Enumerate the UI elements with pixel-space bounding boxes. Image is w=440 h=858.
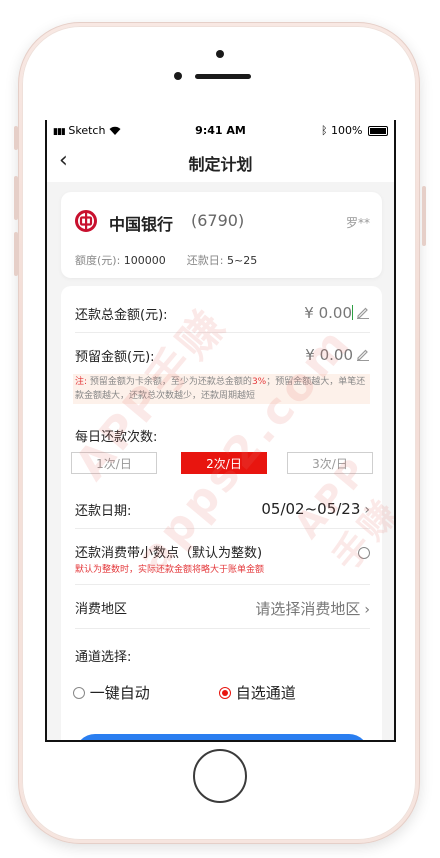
reserve-note: 注: 预留金额为卡余额，至少为还款总金额的3%；预留金额越大，单笔还款金额越大，… [73, 374, 370, 404]
note-prefix: 注: [75, 377, 88, 387]
daily-count-label: 每日还款次数: [75, 430, 158, 445]
radio-unchecked-icon[interactable] [73, 687, 85, 699]
edit-pencil-icon[interactable] [356, 347, 370, 361]
earpiece-speaker [195, 74, 251, 79]
divider [75, 628, 370, 629]
total-amount-row[interactable]: 还款总金额(元): ¥ 0.00 [75, 304, 370, 324]
daily-count-row: 每日还款次数: [75, 426, 370, 445]
region-select[interactable]: 请选择消费地区 › [255, 598, 370, 619]
status-right: ᛒ 100% [321, 124, 388, 137]
daily-option-1[interactable]: 1次/日 [71, 452, 157, 474]
repay-day-value: 5~25 [227, 254, 258, 267]
region-row[interactable]: 消费地区 请选择消费地区 › [75, 598, 370, 618]
decimal-warning: 默认为整数时，实际还款金额将略大于账单金额 [75, 565, 265, 575]
battery-icon [368, 126, 388, 136]
nav-bar: ‹ 制定计划 [47, 140, 394, 182]
total-amount-label: 还款总金额(元): [75, 308, 168, 323]
bank-card[interactable]: 中国银行 (6790) 罗** 额度(元): 100000 还款日: 5~25 [61, 192, 382, 278]
channel-option-manual-label: 自选通道 [235, 684, 296, 702]
page-title: 制定计划 [188, 155, 253, 174]
submit-button[interactable] [75, 734, 369, 740]
front-camera [216, 50, 224, 58]
bank-of-china-logo-icon [75, 210, 97, 232]
reserve-amount-label: 预留金额(元): [75, 350, 155, 365]
channel-label: 通道选择: [75, 650, 132, 665]
bank-name: 中国银行 [109, 215, 174, 234]
limit-value: 100000 [123, 254, 166, 267]
battery-percent: 100% [331, 124, 363, 137]
reserve-amount-input[interactable]: ¥ 0.00 [305, 346, 370, 364]
app-screen: ▮▮▮ Sketch 9:41 AM ᛒ 100% ‹ 制定计划 中国银行 (6… [45, 120, 396, 742]
repay-day-label: 还款日: [186, 254, 224, 267]
region-label: 消费地区 [75, 602, 128, 617]
total-amount-input[interactable]: ¥ 0.00 [304, 304, 370, 322]
plan-form: 还款总金额(元): ¥ 0.00 预留金额(元): ¥ 0.00 注: 预留金额… [61, 286, 382, 740]
channel-row: 通道选择: [75, 646, 370, 665]
limit-label: 额度(元): [75, 254, 121, 267]
note-text-1: 预留金额为卡余额，至少为还款总金额的 [89, 377, 252, 387]
power-button [422, 186, 426, 246]
card-number-suffix: (6790) [191, 211, 245, 230]
chevron-right-icon: › [364, 602, 370, 618]
bluetooth-icon: ᛒ [320, 124, 328, 137]
divider [75, 584, 370, 585]
repay-date-row[interactable]: 还款日期: 05/02~05/23 › [75, 500, 370, 520]
divider [75, 332, 370, 333]
text-cursor [352, 305, 353, 320]
decimal-toggle[interactable] [358, 544, 370, 562]
card-meta: 额度(元): 100000 还款日: 5~25 [75, 252, 257, 268]
channel-option-auto-label: 一键自动 [89, 684, 150, 702]
radio-checked-icon[interactable] [219, 687, 231, 699]
daily-option-3[interactable]: 3次/日 [287, 452, 373, 474]
divider [75, 528, 370, 529]
decimal-label: 还款消费带小数点（默认为整数) [75, 546, 263, 561]
decimal-row[interactable]: 还款消费带小数点（默认为整数) [75, 542, 370, 562]
channel-option-auto[interactable]: 一键自动 [73, 682, 150, 703]
reserve-amount-row[interactable]: 预留金额(元): ¥ 0.00 [75, 346, 370, 366]
proximity-sensor [174, 72, 182, 80]
repay-date-value[interactable]: 05/02~05/23 › [261, 500, 370, 518]
card-holder: 罗** [345, 216, 370, 230]
repay-date-label: 还款日期: [75, 504, 132, 519]
note-percent: 3% [251, 377, 267, 387]
volume-up-button [14, 176, 18, 220]
mute-switch [14, 126, 18, 150]
home-button[interactable] [193, 749, 247, 803]
daily-option-2[interactable]: 2次/日 [181, 452, 267, 474]
edit-pencil-icon[interactable] [356, 305, 370, 319]
volume-down-button [14, 232, 18, 276]
chevron-right-icon: › [364, 502, 370, 518]
channel-option-manual[interactable]: 自选通道 [219, 682, 296, 703]
status-bar: ▮▮▮ Sketch 9:41 AM ᛒ 100% [47, 120, 394, 140]
radio-unchecked-icon[interactable] [358, 547, 370, 559]
